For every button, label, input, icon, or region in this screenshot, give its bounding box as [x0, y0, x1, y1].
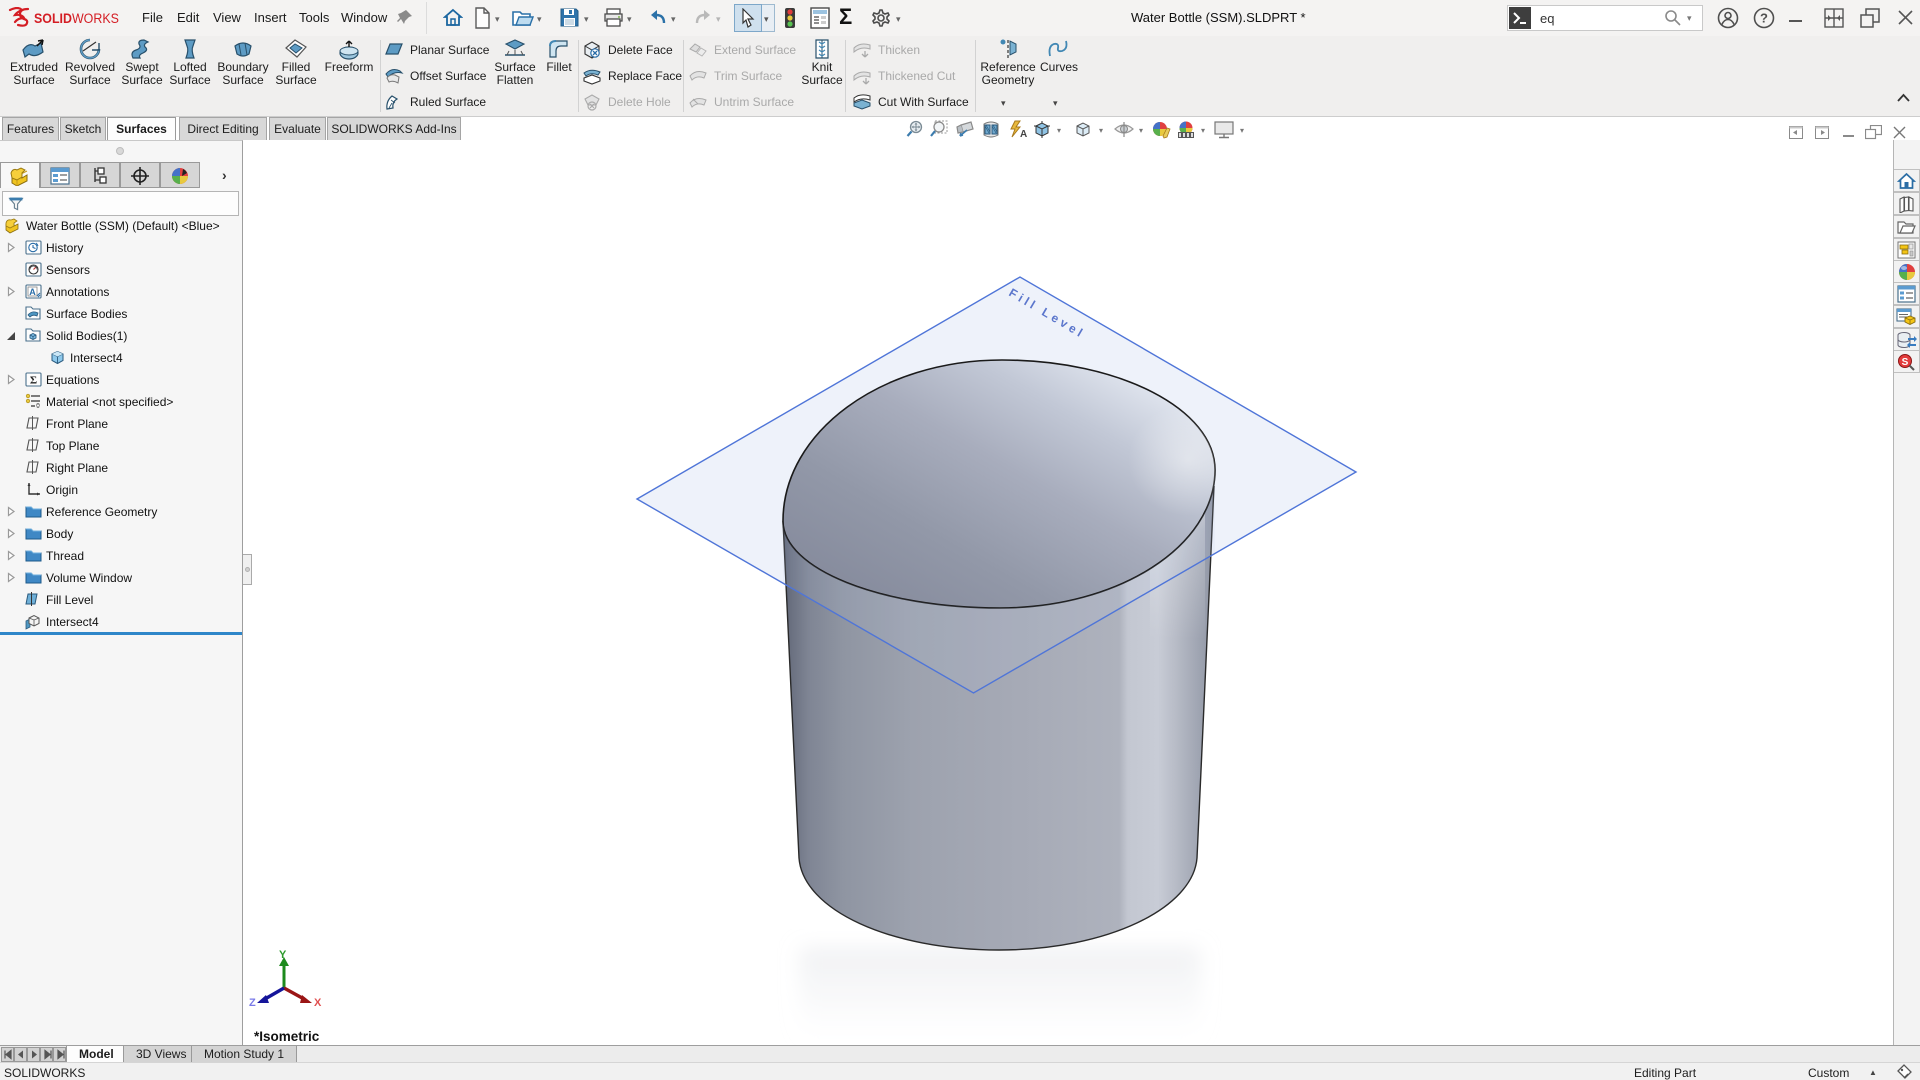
svg-text:S: S [1902, 357, 1909, 368]
svg-text:?: ? [1760, 11, 1768, 26]
svg-text:A: A [29, 287, 36, 297]
svg-text:A: A [1020, 129, 1027, 139]
svg-text:Σ: Σ [30, 375, 37, 387]
